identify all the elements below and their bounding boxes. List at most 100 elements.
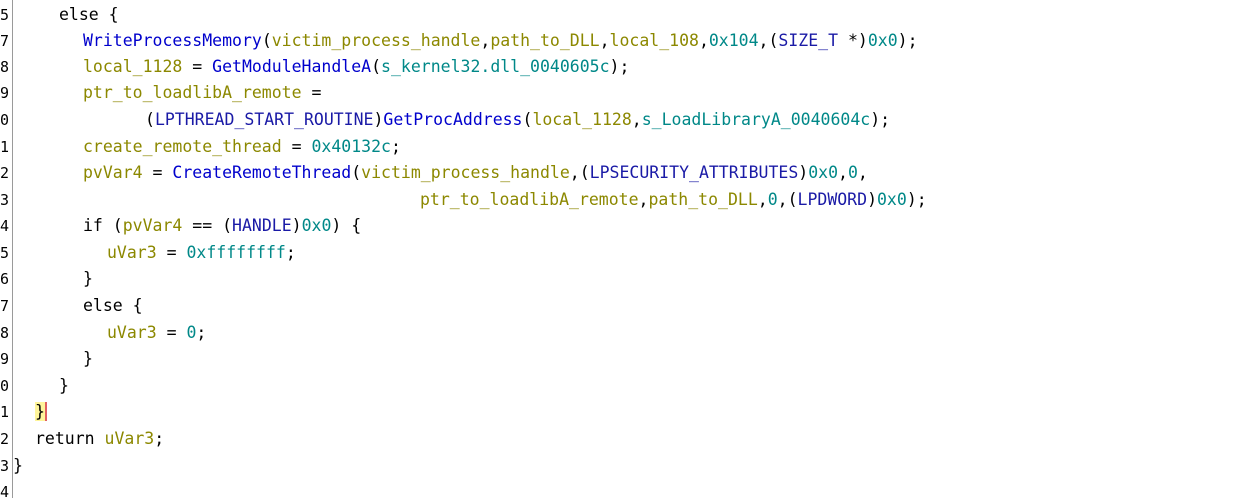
line-number: 9 xyxy=(0,84,9,102)
punctuation: ( xyxy=(371,57,382,76)
code-line[interactable]: create_remote_thread = 0x40132c; xyxy=(83,134,401,161)
code-line[interactable]: (LPTHREAD_START_ROUTINE)GetProcAddress(l… xyxy=(145,107,890,134)
code-line[interactable]: } xyxy=(59,373,69,400)
variable-token[interactable]: local_1128 xyxy=(532,110,631,129)
code-line[interactable]: } xyxy=(13,453,23,480)
punctuation: ) xyxy=(867,190,877,209)
line-number: 1 xyxy=(0,138,9,156)
matched-brace-highlight[interactable]: } xyxy=(35,402,47,421)
variable-token[interactable]: victim_process_handle xyxy=(361,163,570,182)
number-token[interactable]: 0 xyxy=(768,190,778,209)
variable-token[interactable]: ptr_to_loadlibA_remote xyxy=(420,190,639,209)
type-token[interactable]: SIZE_T xyxy=(778,31,838,50)
variable-token[interactable]: victim_process_handle xyxy=(272,31,481,50)
code-line[interactable]: ptr_to_loadlibA_remote,path_to_DLL,0,(LP… xyxy=(420,187,927,214)
number-token[interactable]: 0xffffffff xyxy=(186,243,285,262)
number-token[interactable]: 0x104 xyxy=(709,31,759,50)
punctuation: ); xyxy=(906,190,927,209)
keyword-token[interactable]: if ( xyxy=(83,216,123,235)
variable-token[interactable]: path_to_DLL xyxy=(648,190,757,209)
decompiler-code-view[interactable]: 5 7 8 9 0 1 2 3 4 5 6 7 8 9 0 1 2 3 4 el… xyxy=(0,0,1245,498)
punctuation: ; xyxy=(390,137,401,156)
code-area[interactable]: else { WriteProcessMemory(victim_process… xyxy=(13,0,1245,498)
punctuation: ; xyxy=(285,243,296,262)
string-label-token[interactable]: s_LoadLibraryA_0040604c xyxy=(642,110,870,129)
number-token[interactable]: 0 xyxy=(186,323,196,342)
line-number: 0 xyxy=(0,377,9,395)
punctuation: = xyxy=(156,323,187,342)
variable-token[interactable]: pvVar4 xyxy=(83,163,143,182)
punctuation: = xyxy=(156,243,187,262)
variable-token[interactable]: ptr_to_loadlibA_remote xyxy=(83,83,302,102)
variable-token[interactable]: path_to_DLL xyxy=(490,31,599,50)
code-line[interactable]: else { xyxy=(83,293,143,320)
line-number: 9 xyxy=(0,350,9,368)
code-line[interactable]: pvVar4 = CreateRemoteThread(victim_proce… xyxy=(83,160,868,187)
punctuation: ( xyxy=(261,31,272,50)
line-number: 8 xyxy=(0,58,9,76)
variable-token[interactable]: uVar3 xyxy=(107,243,157,262)
code-line[interactable]: if (pvVar4 == (HANDLE)0x0) { xyxy=(83,213,361,240)
closing-brace[interactable]: } xyxy=(13,456,23,475)
code-line[interactable]: ptr_to_loadlibA_remote = xyxy=(83,80,321,107)
code-line[interactable]: else { xyxy=(59,2,119,29)
punctuation: == ( xyxy=(182,216,233,235)
closing-brace[interactable]: } xyxy=(83,349,93,368)
code-line[interactable]: uVar3 = 0xffffffff; xyxy=(107,240,296,267)
type-token[interactable]: LPSECURITY_ATTRIBUTES xyxy=(590,163,799,182)
line-number: 2 xyxy=(0,430,9,448)
punctuation: ,( xyxy=(758,31,779,50)
line-number: 4 xyxy=(0,217,9,235)
punctuation: ; xyxy=(154,429,165,448)
variable-token[interactable]: local_108 xyxy=(610,31,699,50)
closing-brace[interactable]: } xyxy=(59,376,69,395)
function-token[interactable]: GetProcAddress xyxy=(383,110,522,129)
keyword-token[interactable]: else { xyxy=(83,296,143,315)
punctuation: , xyxy=(599,31,610,50)
punctuation: ); xyxy=(897,31,918,50)
line-number-gutter: 5 7 8 9 0 1 2 3 4 5 6 7 8 9 0 1 2 3 4 xyxy=(0,0,13,498)
number-token[interactable]: 0x0 xyxy=(868,31,898,50)
line-number: 5 xyxy=(0,244,9,262)
variable-token[interactable]: pvVar4 xyxy=(123,216,183,235)
string-label-token[interactable]: s_kernel32.dll_0040605c xyxy=(381,57,609,76)
variable-token[interactable]: create_remote_thread xyxy=(83,137,282,156)
code-line[interactable]: } xyxy=(83,266,93,293)
number-token[interactable]: 0x0 xyxy=(302,216,332,235)
punctuation: = xyxy=(182,57,213,76)
number-token[interactable]: 0x40132c xyxy=(312,137,391,156)
number-token[interactable]: 0x0 xyxy=(877,190,907,209)
punctuation: ) xyxy=(373,110,384,129)
line-number: 1 xyxy=(0,403,9,421)
line-number: 7 xyxy=(0,297,9,315)
type-token[interactable]: LPTHREAD_START_ROUTINE xyxy=(155,110,374,129)
code-line[interactable]: } xyxy=(35,399,47,426)
code-line[interactable]: WriteProcessMemory(victim_process_handle… xyxy=(83,28,918,55)
function-token[interactable]: CreateRemoteThread xyxy=(172,163,351,182)
code-line[interactable]: return uVar3; xyxy=(35,426,164,453)
type-token[interactable]: LPDWORD xyxy=(798,190,868,209)
function-token[interactable]: WriteProcessMemory xyxy=(83,31,262,50)
variable-token[interactable]: uVar3 xyxy=(107,323,157,342)
code-line[interactable]: } xyxy=(83,346,93,373)
function-token[interactable]: GetModuleHandleA xyxy=(212,57,371,76)
variable-token[interactable]: local_1128 xyxy=(83,57,182,76)
punctuation: , xyxy=(480,31,491,50)
keyword-token[interactable]: return xyxy=(35,429,105,448)
punctuation: ) xyxy=(291,216,302,235)
number-token[interactable]: 0x0 xyxy=(808,163,838,182)
code-line[interactable]: uVar3 = 0; xyxy=(107,320,206,347)
punctuation: ,( xyxy=(777,190,798,209)
punctuation: ; xyxy=(196,323,207,342)
punctuation: ) { xyxy=(331,216,362,235)
code-line[interactable]: local_1128 = GetModuleHandleA(s_kernel32… xyxy=(83,54,629,81)
number-token[interactable]: 0 xyxy=(848,163,858,182)
variable-token[interactable]: uVar3 xyxy=(105,429,155,448)
punctuation: , xyxy=(838,163,848,182)
type-token[interactable]: HANDLE xyxy=(232,216,292,235)
line-number: 3 xyxy=(0,191,9,209)
punctuation: ,( xyxy=(569,163,590,182)
keyword-token[interactable]: else { xyxy=(59,5,119,24)
closing-brace[interactable]: } xyxy=(83,269,93,288)
punctuation: ( xyxy=(145,110,155,129)
